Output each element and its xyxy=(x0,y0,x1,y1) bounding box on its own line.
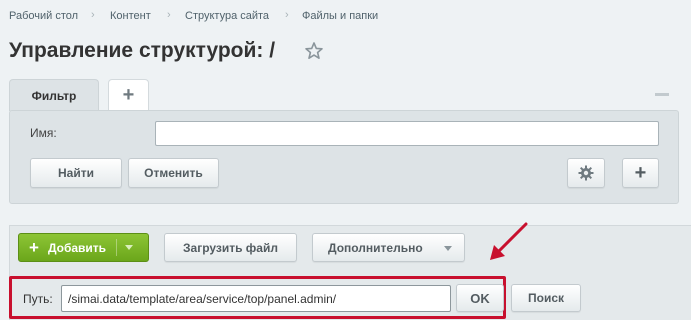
add-button[interactable]: + Добавить xyxy=(18,233,149,262)
plus-icon: + xyxy=(122,83,135,106)
breadcrumb-separator: › xyxy=(91,9,95,21)
breadcrumb-separator: › xyxy=(285,9,289,21)
divider xyxy=(116,239,118,256)
upload-file-label: Загрузить файл xyxy=(183,240,278,255)
plus-icon: + xyxy=(634,161,647,184)
breadcrumb-item-files-folders[interactable]: Файлы и папки xyxy=(302,10,378,22)
ok-button-label: OK xyxy=(470,290,490,306)
breadcrumb-item-desktop[interactable]: Рабочий стол xyxy=(9,10,78,22)
chevron-down-icon xyxy=(444,246,452,251)
find-button[interactable]: Найти xyxy=(30,158,122,188)
add-filter-tab-button[interactable]: + xyxy=(108,79,149,110)
tab-filter[interactable]: Фильтр xyxy=(9,79,99,111)
minimize-icon[interactable] xyxy=(655,93,669,96)
breadcrumb-item-site-structure[interactable]: Структура сайта xyxy=(185,10,269,22)
cancel-button-label: Отменить xyxy=(144,166,203,180)
star-icon[interactable] xyxy=(304,41,324,61)
path-input[interactable]: /simai.data/template/area/service/top/pa… xyxy=(61,285,451,312)
name-label: Имя: xyxy=(30,126,57,140)
more-button[interactable]: Дополнительно xyxy=(312,233,465,262)
ok-button[interactable]: OK xyxy=(456,284,504,312)
breadcrumb-separator: › xyxy=(167,9,171,21)
chevron-down-icon[interactable] xyxy=(125,245,134,250)
page-title: Управление структурой: / xyxy=(9,39,276,62)
add-filter-field-button[interactable]: + xyxy=(622,158,659,188)
search-button[interactable]: Поиск xyxy=(511,284,581,312)
add-button-label: Добавить xyxy=(47,240,107,255)
name-input[interactable] xyxy=(155,121,659,146)
plus-icon: + xyxy=(29,238,39,257)
search-button-label: Поиск xyxy=(527,291,564,305)
find-button-label: Найти xyxy=(58,166,94,180)
upload-file-button[interactable]: Загрузить файл xyxy=(164,233,297,262)
more-button-label: Дополнительно xyxy=(328,240,423,255)
annotation-arrow-icon xyxy=(490,222,528,260)
cancel-button[interactable]: Отменить xyxy=(128,158,219,188)
tab-filter-label: Фильтр xyxy=(31,88,77,103)
filter-settings-button[interactable] xyxy=(567,158,605,188)
path-label: Путь: xyxy=(23,292,53,306)
breadcrumb-item-content[interactable]: Контент xyxy=(110,10,151,22)
gear-icon xyxy=(578,165,594,181)
